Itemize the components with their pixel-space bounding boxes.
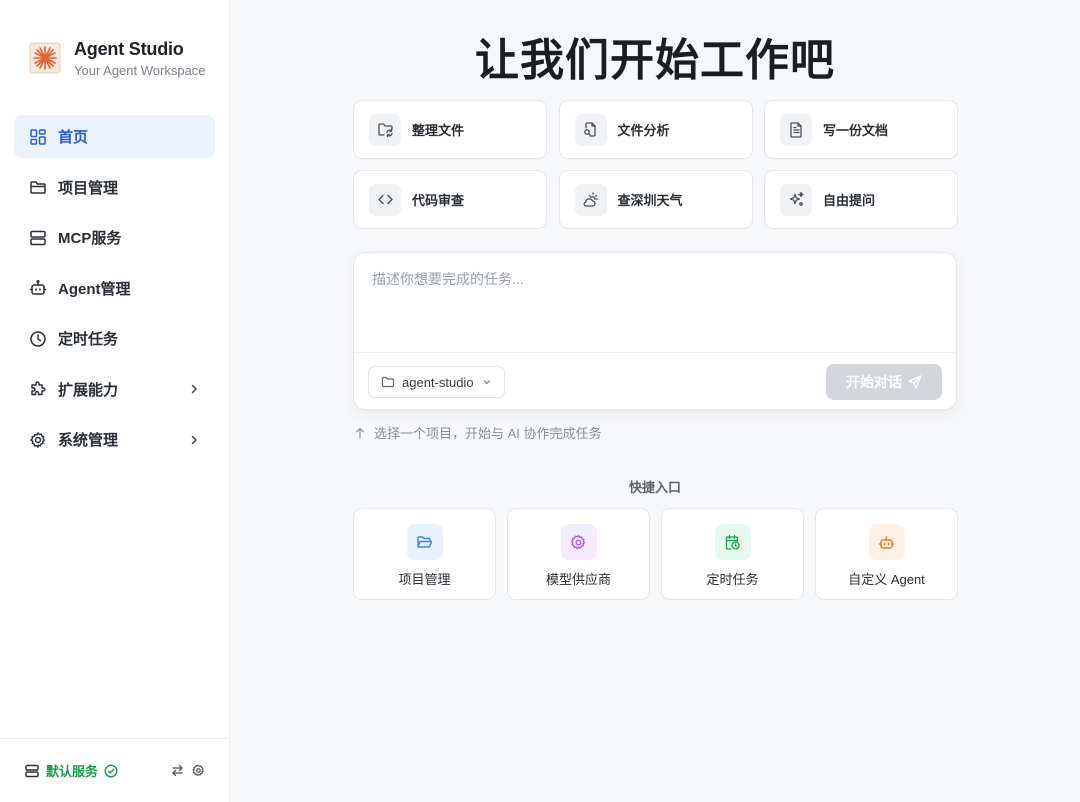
folder-open-icon (406, 524, 443, 560)
quick-action-label: 查深圳天气 (617, 193, 683, 208)
sparkles-icon (780, 183, 812, 216)
sidebar-item-agents[interactable]: Agent管理 (14, 267, 215, 310)
sidebar-item-system[interactable]: 系统管理 (14, 418, 215, 461)
task-input[interactable] (372, 269, 938, 339)
sidebar-item-label: 项目管理 (58, 179, 119, 197)
quick-actions-grid: 整理文件 文件分析 写一份文档 代码审查 查深圳天气 自由提问 (353, 100, 958, 229)
gear-icon (29, 431, 47, 449)
start-chat-button[interactable]: 开始对话 (826, 364, 942, 400)
send-icon (908, 375, 922, 389)
server-icon (29, 229, 47, 247)
quick-action-file-analysis[interactable]: 文件分析 (558, 100, 753, 159)
quick-action-free-ask[interactable]: 自由提问 (764, 170, 958, 229)
sidebar-item-extensions[interactable]: 扩展能力 (14, 368, 215, 411)
bot-icon (29, 279, 47, 297)
sidebar-item-label: 首页 (58, 129, 89, 146)
brand-subtitle: Your Agent Workspace (74, 63, 206, 78)
sidebar-footer: 默认服务 (0, 738, 229, 802)
quick-action-weather[interactable]: 查深圳天气 (558, 170, 753, 229)
chevron-right-icon (191, 435, 198, 444)
file-search-icon (574, 113, 607, 146)
project-selector[interactable]: agent-studio (368, 366, 505, 398)
shortcuts-grid: 项目管理 模型供应商 定时任务 自定义 Agent (353, 508, 958, 600)
service-selector[interactable]: 默认服务 (24, 761, 118, 780)
footer-actions (171, 764, 205, 777)
shortcut-label: 定时任务 (706, 572, 759, 587)
sidebar-item-label: 系统管理 (58, 432, 119, 449)
clock-icon (29, 330, 47, 348)
folder-sync-icon (369, 113, 401, 146)
brand-title: Agent Studio (74, 39, 184, 59)
page-title: 让我们开始工作吧 (475, 36, 835, 85)
bot-icon (868, 524, 905, 560)
service-label: 默认服务 (46, 764, 99, 779)
folder-icon (29, 178, 47, 196)
project-hint-text: 选择一个项目，开始与 AI 协作完成任务 (374, 426, 602, 441)
sidebar-item-label: MCP服务 (58, 230, 122, 247)
shortcut-label: 模型供应商 (545, 572, 611, 587)
arrow-up-icon (355, 427, 365, 439)
sidebar-item-label: 扩展能力 (58, 381, 119, 399)
sidebar-nav: 首页 项目管理 MCP服务 Agent管理 定时任务 扩展能力 系统管理 (14, 115, 215, 469)
composer-divider (354, 352, 956, 353)
quick-action-label: 文件分析 (617, 123, 670, 138)
folder-icon (381, 376, 395, 388)
project-hint: 选择一个项目，开始与 AI 协作完成任务 (354, 423, 602, 442)
shortcuts-title: 快捷入口 (628, 480, 681, 495)
main-content: 让我们开始工作吧 整理文件 文件分析 写一份文档 代码审查 查深圳天气 自由提问… (230, 0, 1080, 802)
quick-action-label: 自由提问 (823, 193, 876, 208)
sidebar-item-label: Agent管理 (58, 280, 131, 298)
task-composer: agent-studio 开始对话 (353, 252, 957, 410)
shortcut-label: 自定义 Agent (848, 572, 925, 587)
quick-action-code-review[interactable]: 代码审查 (353, 170, 547, 229)
shortcut-model-providers[interactable]: 模型供应商 (507, 508, 650, 600)
sidebar-item-schedules[interactable]: 定时任务 (14, 317, 215, 360)
sidebar-item-projects[interactable]: 项目管理 (14, 166, 215, 209)
shortcut-projects[interactable]: 项目管理 (353, 508, 496, 600)
quick-action-label: 代码审查 (412, 193, 465, 208)
brand[interactable]: Agent Studio Your Agent Workspace (28, 38, 206, 78)
puzzle-icon (29, 380, 47, 398)
asterisk-logo-icon (29, 42, 61, 74)
project-selector-value: agent-studio (402, 374, 474, 390)
swap-icon[interactable] (171, 764, 184, 777)
quick-action-label: 写一份文档 (823, 123, 889, 138)
shortcut-custom-agent[interactable]: 自定义 Agent (815, 508, 958, 600)
quick-action-organize-files[interactable]: 整理文件 (353, 100, 547, 159)
code-icon (369, 183, 401, 216)
start-chat-label: 开始对话 (846, 374, 902, 390)
calendar-clock-icon (714, 524, 751, 560)
sidebar-item-label: 定时任务 (58, 331, 119, 348)
quick-action-write-doc[interactable]: 写一份文档 (764, 100, 958, 159)
settings-gear-icon[interactable] (192, 764, 205, 777)
shortcut-schedules[interactable]: 定时任务 (661, 508, 804, 600)
check-circle-icon (104, 763, 118, 778)
sidebar: Agent Studio Your Agent Workspace 首页 项目管… (0, 0, 230, 802)
weather-icon (574, 183, 607, 216)
shortcut-label: 项目管理 (398, 572, 451, 587)
server-icon (25, 764, 39, 777)
sidebar-item-mcp[interactable]: MCP服务 (14, 216, 215, 259)
file-text-icon (780, 113, 812, 146)
quick-action-label: 整理文件 (412, 123, 465, 138)
chevron-right-icon (191, 384, 198, 394)
chevron-down-icon (483, 380, 490, 385)
sidebar-item-home[interactable]: 首页 (14, 115, 215, 158)
gear-icon (560, 524, 597, 560)
dashboard-grid-icon (29, 128, 47, 146)
